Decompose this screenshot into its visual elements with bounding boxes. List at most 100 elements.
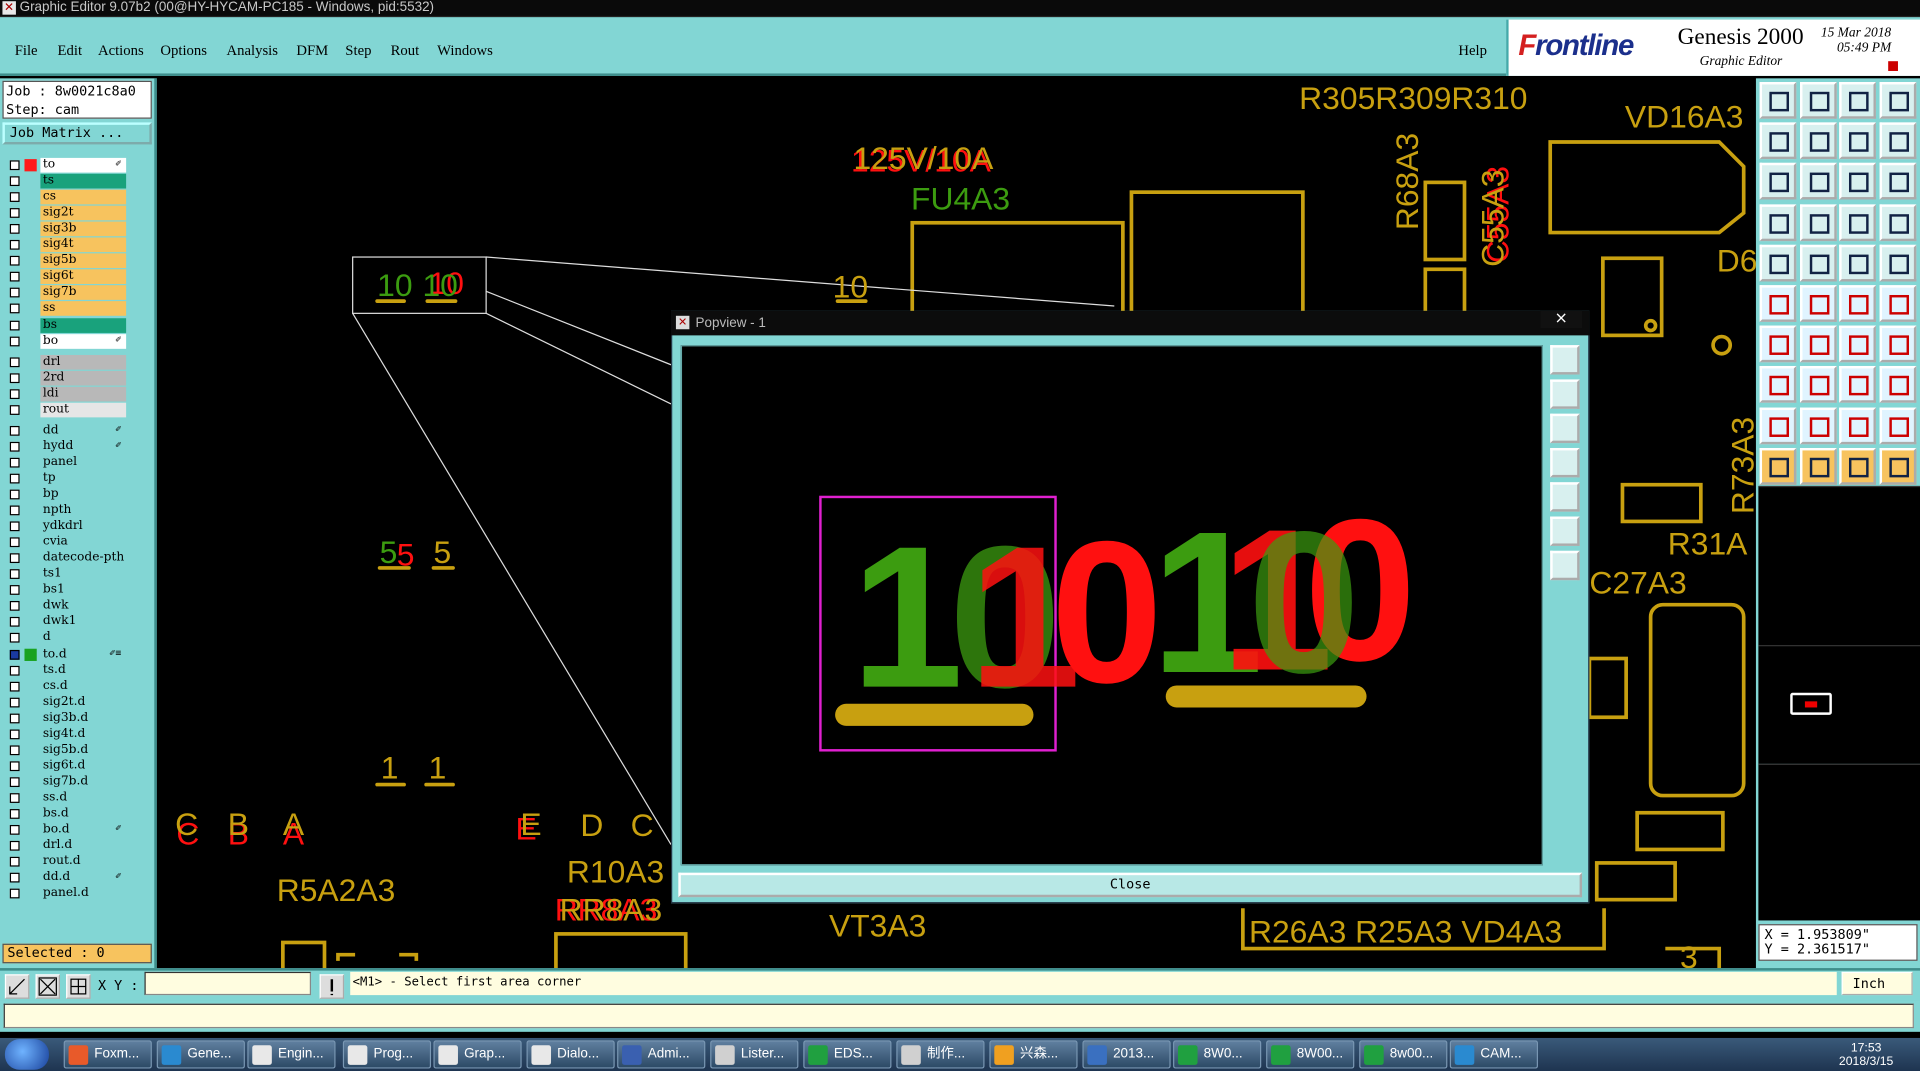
layer-row[interactable]: sig7b — [6, 285, 127, 301]
layer-row[interactable]: ydkdrl — [6, 519, 127, 534]
layer-checkbox[interactable] — [9, 441, 20, 452]
layer-row[interactable]: bp — [6, 487, 127, 502]
popview-tool-icon[interactable] — [1550, 379, 1580, 409]
layer-checkbox[interactable] — [9, 304, 20, 314]
resize-icon[interactable] — [1799, 122, 1837, 160]
taskbar-button[interactable]: 2013... — [1082, 1040, 1171, 1069]
layer-checkbox[interactable] — [9, 872, 20, 883]
taskbar-button[interactable]: Engin... — [247, 1040, 336, 1069]
query-icon[interactable] — [1878, 163, 1916, 200]
command-input[interactable] — [3, 1003, 1914, 1029]
layer-checkbox[interactable] — [9, 489, 20, 500]
layer-row[interactable]: drl.d — [6, 838, 127, 854]
save-icon[interactable] — [1799, 82, 1837, 119]
layer-name[interactable]: npth — [40, 503, 127, 518]
layer-checkbox[interactable] — [9, 457, 20, 468]
taskbar-button[interactable]: Grap... — [433, 1040, 522, 1069]
layer-checkbox[interactable] — [9, 537, 20, 548]
layer-checkbox[interactable] — [9, 761, 20, 771]
layer-name[interactable]: 2rd — [40, 370, 127, 386]
layer-row[interactable]: ldi — [6, 386, 127, 402]
layer-checkbox[interactable] — [9, 569, 20, 580]
taskbar-button[interactable]: EDS... — [803, 1040, 892, 1069]
layer-row[interactable]: rout.d — [6, 854, 127, 870]
layer-name[interactable]: drl.d — [40, 838, 127, 854]
layer-checkbox[interactable] — [9, 713, 20, 724]
layer-row[interactable]: to.d ✐≡ — [6, 646, 127, 662]
layer-row[interactable]: hydd ✐ — [6, 439, 127, 454]
layer-row[interactable]: bs1 — [6, 582, 127, 598]
layer-checkbox[interactable] — [9, 601, 20, 612]
popview-close-icon[interactable]: × — [1540, 310, 1583, 329]
layer-name[interactable]: ts — [40, 173, 127, 189]
a-icon[interactable] — [1839, 407, 1876, 444]
layer-checkbox[interactable] — [9, 240, 20, 251]
layer-checkbox[interactable] — [9, 665, 20, 676]
layer-checkbox[interactable] — [9, 208, 20, 219]
layer-checkbox[interactable] — [9, 425, 20, 436]
layer-row[interactable]: cs — [6, 189, 127, 205]
line-draw-icon[interactable] — [1759, 325, 1797, 363]
group-icon[interactable] — [1878, 366, 1916, 404]
layer-name[interactable]: panel — [40, 455, 127, 470]
job-matrix-button[interactable]: Job Matrix ... — [2, 122, 152, 145]
layer-checkbox[interactable] — [9, 521, 20, 532]
layer-row[interactable]: panel.d — [6, 886, 127, 902]
layer-row[interactable]: tp — [6, 471, 127, 486]
taskbar-button[interactable]: Gene... — [156, 1040, 245, 1069]
layer-name[interactable]: bs1 — [40, 582, 127, 598]
layer-checkbox[interactable] — [9, 288, 20, 298]
menu-file[interactable]: File — [15, 42, 38, 60]
layer-row[interactable]: sig3b — [6, 221, 127, 237]
layer-checkbox[interactable] — [9, 633, 20, 644]
layer-name[interactable]: sig4t.d — [40, 726, 127, 742]
layer-checkbox[interactable] — [9, 224, 20, 235]
line-icon[interactable] — [1799, 244, 1837, 282]
layer-row[interactable]: bo ✐ — [6, 333, 127, 349]
layer-name[interactable]: ldi — [40, 386, 127, 402]
snap-icon[interactable] — [1839, 285, 1876, 322]
layer-row[interactable]: ts — [6, 173, 127, 189]
menu-windows[interactable]: Windows — [437, 42, 493, 60]
layer-name[interactable]: dd.d — [40, 870, 127, 886]
layer-name[interactable]: cs — [40, 189, 127, 205]
layer-name[interactable]: ts1 — [40, 567, 127, 582]
layers-icon[interactable] — [1759, 203, 1797, 241]
open-icon[interactable] — [1759, 82, 1797, 119]
layer-name[interactable]: drl — [40, 354, 127, 370]
layer-checkbox[interactable] — [9, 336, 20, 346]
a-line-icon[interactable] — [1878, 407, 1916, 444]
layer-name[interactable]: cvia — [40, 535, 127, 550]
layer-checkbox[interactable] — [9, 372, 20, 383]
pan-icon[interactable] — [1799, 163, 1837, 200]
layer-checkbox[interactable] — [9, 841, 20, 851]
frame-icon[interactable] — [1839, 366, 1876, 404]
taskbar-button[interactable]: Prog... — [342, 1040, 432, 1069]
layer-checkbox[interactable] — [9, 320, 20, 330]
taskbar-clock[interactable]: 17:53 2018/3/15 — [1829, 1042, 1902, 1069]
select-box-icon[interactable] — [1799, 447, 1837, 485]
layer-row[interactable]: sig2t.d — [6, 694, 127, 710]
select-path-icon[interactable] — [1878, 447, 1916, 485]
select-icon[interactable] — [1759, 447, 1797, 485]
layer-row[interactable]: 2rd — [6, 370, 127, 386]
layer-checkbox[interactable] — [9, 160, 20, 171]
layer-name[interactable]: sig2t.d — [40, 694, 127, 710]
taskbar-button[interactable]: 制作... — [896, 1040, 985, 1069]
layer-row[interactable]: rout — [6, 402, 127, 418]
layer-checkbox[interactable] — [9, 356, 20, 367]
xy-input[interactable] — [144, 971, 312, 996]
layer-row[interactable]: dwk1 — [6, 614, 127, 630]
layer-name[interactable]: ts.d — [40, 662, 127, 678]
node-icon[interactable] — [1759, 285, 1797, 322]
layer-name[interactable]: panel.d — [40, 886, 127, 902]
zoom-home-icon[interactable] — [35, 974, 61, 999]
layer-name[interactable]: rout — [40, 402, 127, 418]
layer-row[interactable]: bo.d ✐ — [6, 822, 127, 838]
layer-name[interactable]: sig7b.d — [40, 774, 127, 790]
layer-checkbox[interactable] — [9, 585, 20, 596]
layer-row[interactable]: ss — [6, 301, 127, 317]
layer-name[interactable]: sig4t — [40, 237, 127, 253]
popview-tool-icon[interactable] — [1550, 550, 1580, 581]
ratio-icon[interactable] — [1839, 163, 1876, 200]
